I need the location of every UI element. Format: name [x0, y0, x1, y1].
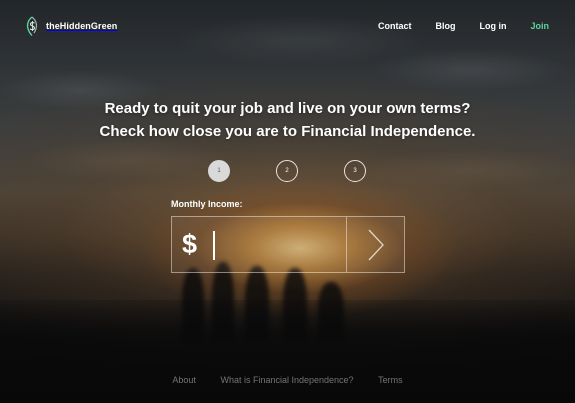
background-shade [0, 0, 575, 403]
currency-symbol: $ [182, 229, 198, 259]
monthly-income-field: $ [171, 216, 405, 273]
hero-line-1: Ready to quit your job and live on your … [104, 100, 471, 117]
step-1[interactable]: 1 [208, 160, 230, 182]
next-step-button[interactable] [346, 217, 404, 272]
step-indicator: 1 2 3 [0, 160, 575, 182]
footer-terms-link[interactable]: Terms [378, 375, 403, 385]
top-navigation-bar: theHiddenGreen Contact Blog Log in Join [0, 0, 575, 52]
step-3[interactable]: 3 [344, 160, 366, 182]
hero-line-2: Check how close you are to Financial Ind… [99, 123, 476, 140]
brand-name: theHiddenGreen [46, 21, 118, 31]
footer-fi-link[interactable]: What is Financial Independence? [220, 375, 353, 385]
nav-login-link[interactable]: Log in [479, 21, 506, 31]
nav-blog-link[interactable]: Blog [435, 21, 455, 31]
main-nav: Contact Blog Log in Join [354, 21, 549, 31]
footer-about-link[interactable]: About [172, 375, 196, 385]
dollar-leaf-icon [26, 16, 38, 36]
chevron-right-icon [368, 229, 384, 260]
footer-links: About What is Financial Independence? Te… [0, 375, 575, 385]
monthly-income-input[interactable] [216, 223, 344, 267]
step-2[interactable]: 2 [276, 160, 298, 182]
text-cursor [213, 231, 215, 260]
hero-headline: Ready to quit your job and live on your … [0, 97, 575, 143]
nav-contact-link[interactable]: Contact [378, 21, 412, 31]
monthly-income-label: Monthly Income: [171, 199, 243, 209]
brand-link[interactable]: theHiddenGreen [24, 16, 117, 36]
nav-join-link[interactable]: Join [530, 21, 549, 31]
